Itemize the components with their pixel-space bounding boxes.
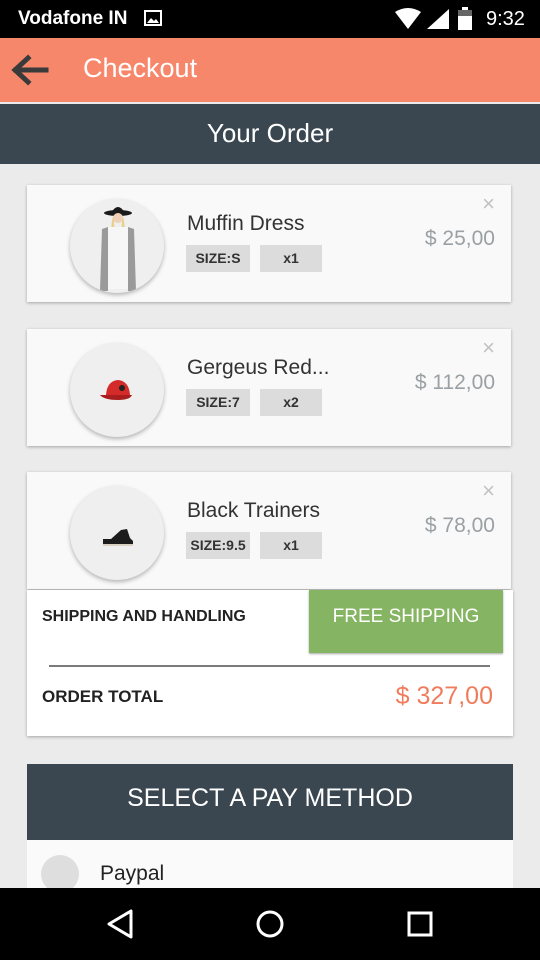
dress-image (100, 207, 136, 291)
size-badge: SIZE:9.5 (186, 532, 250, 559)
home-nav-icon[interactable] (252, 906, 288, 942)
quantity-badge: x1 (260, 532, 322, 559)
product-price: $ 25,00 (424, 227, 495, 250)
page-title: Checkout (83, 53, 198, 83)
wifi-icon (395, 8, 421, 29)
product-name: Gergeus Red... (187, 356, 330, 379)
carrier-name: Vodafone IN (18, 8, 128, 29)
remove-item-icon[interactable]: × (482, 337, 495, 359)
battery-icon (458, 7, 472, 30)
image-notification-icon (144, 10, 162, 26)
pay-method-heading: SELECT A PAY METHOD (27, 764, 513, 840)
quantity-badge: x1 (260, 245, 322, 272)
pay-option-paypal[interactable]: Paypal (27, 840, 513, 893)
size-badge: SIZE:7 (186, 389, 250, 416)
status-bar: Vodafone IN 9:32 (0, 0, 540, 38)
free-shipping-button[interactable]: FREE SHIPPING (309, 590, 503, 653)
product-thumbnail (70, 486, 164, 580)
order-heading: Your Order (0, 104, 540, 164)
remove-item-icon[interactable]: × (482, 193, 495, 215)
back-arrow-icon[interactable] (10, 52, 50, 88)
recents-nav-icon[interactable] (402, 906, 438, 942)
shipping-label: SHIPPING AND HANDLING (42, 608, 246, 625)
divider (49, 665, 490, 667)
product-price: $ 112,00 (414, 371, 495, 394)
system-status-icons (395, 7, 472, 30)
order-summary: SHIPPING AND HANDLING FREE SHIPPING ORDE… (27, 590, 513, 736)
black-trainers-image (103, 529, 133, 546)
product-name: Muffin Dress (187, 212, 305, 235)
remove-item-icon[interactable]: × (482, 480, 495, 502)
pay-option-label: Paypal (100, 862, 165, 885)
product-thumbnail (70, 199, 164, 293)
size-badge: SIZE:S (186, 245, 250, 272)
quantity-badge: x2 (260, 389, 322, 416)
order-total-label: ORDER TOTAL (42, 687, 164, 706)
product-thumbnail (70, 343, 164, 437)
app-bar: Checkout (0, 38, 540, 102)
product-price: $ 78,00 (424, 514, 495, 537)
order-item-card: Gergeus Red... SIZE:7 x2 $ 112,00 × (27, 329, 511, 446)
signal-icon (427, 9, 449, 29)
product-name: Black Trainers (187, 499, 321, 522)
clock: 9:32 (486, 8, 525, 30)
system-nav-bar (0, 888, 540, 960)
back-nav-icon[interactable] (102, 906, 138, 942)
order-total-value: $ 327,00 (395, 682, 493, 710)
red-cap-image (100, 380, 132, 400)
order-item-card: Muffin Dress SIZE:S x1 $ 25,00 × (27, 185, 511, 302)
order-item-card: Black Trainers SIZE:9.5 x1 $ 78,00 × (27, 472, 511, 589)
